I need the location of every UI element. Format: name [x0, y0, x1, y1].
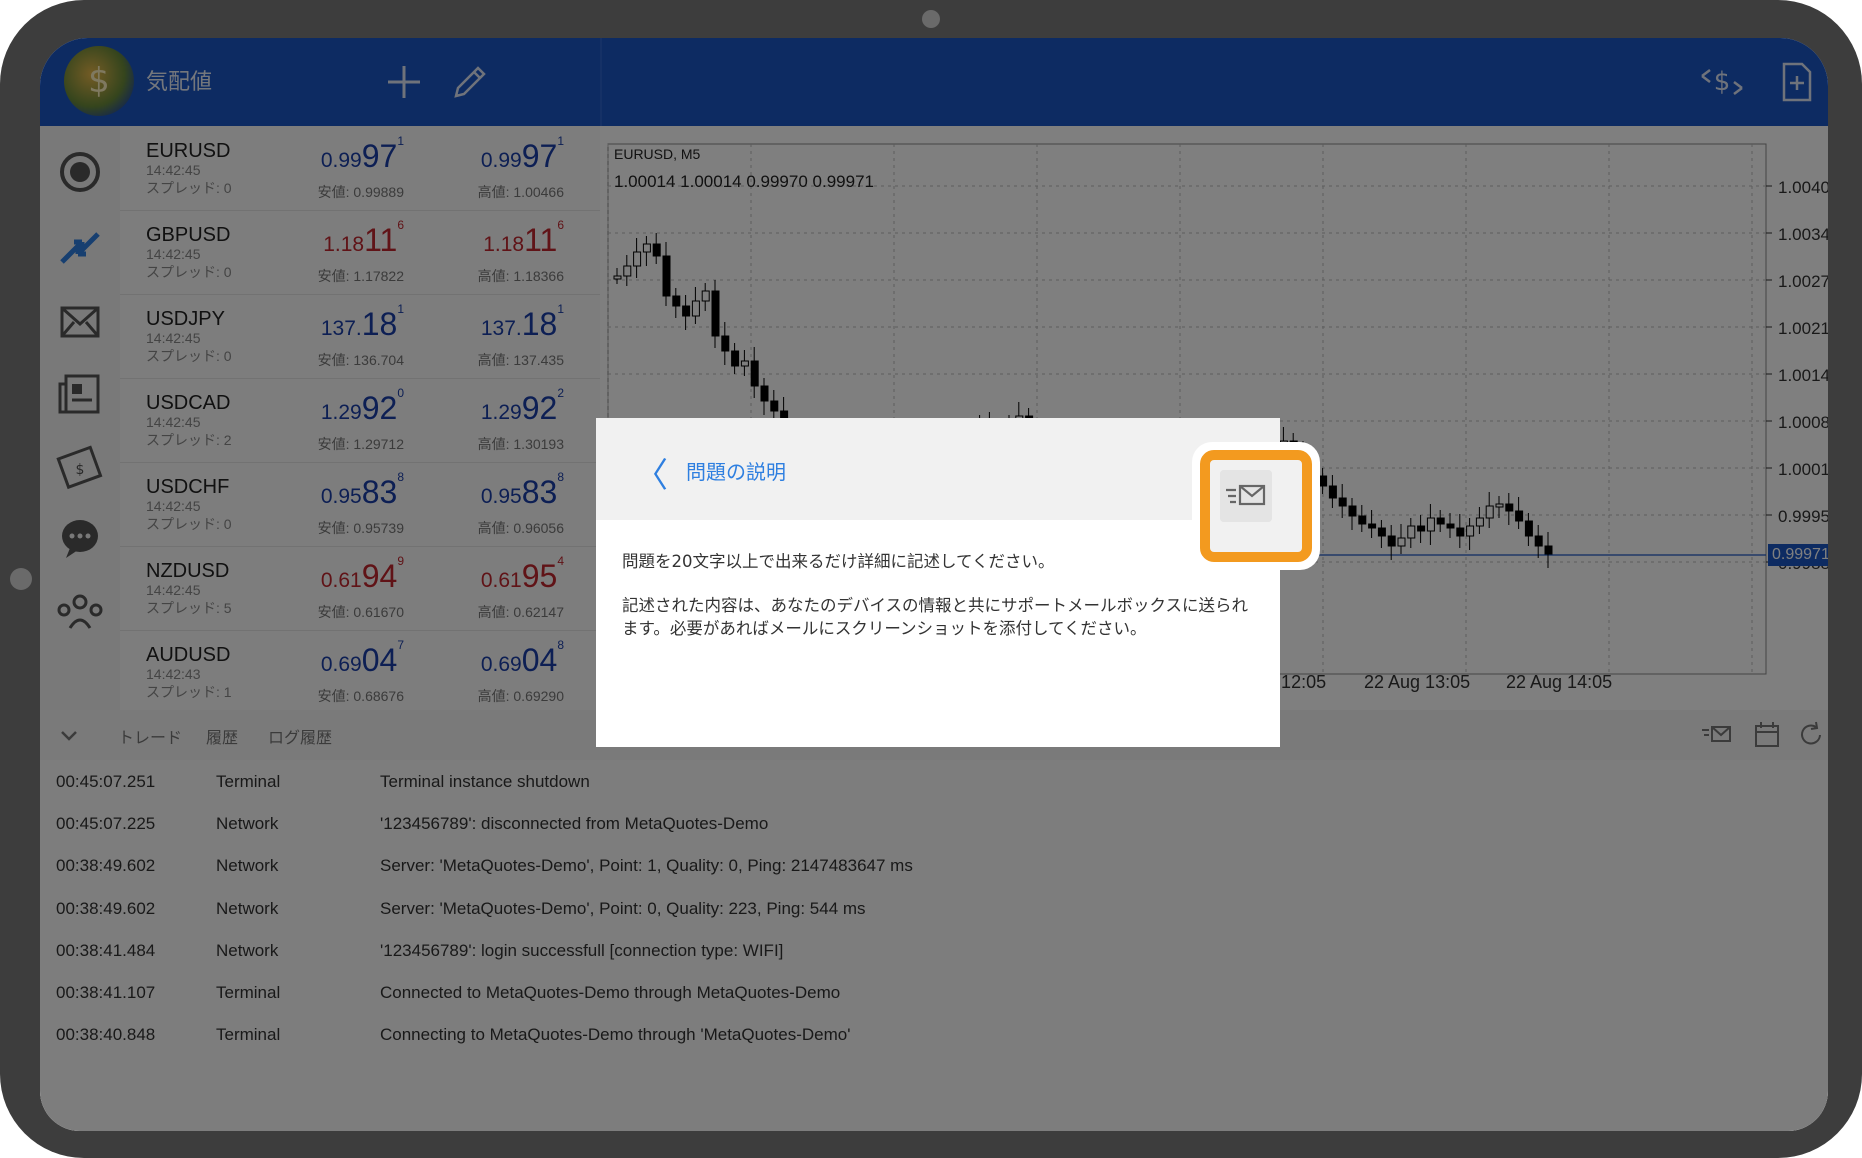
- problem-description-dialog: 〈 問題の説明 問題を20文字以上で出来るだけ詳細に記述してください。 記述され…: [596, 418, 1280, 747]
- send-mail-icon[interactable]: [1220, 470, 1272, 522]
- camera: [922, 10, 940, 28]
- tablet-frame: $ 気配値 $: [0, 0, 1862, 1158]
- back-icon[interactable]: 〈: [634, 448, 668, 497]
- dialog-note: 記述された内容は、あなたのデバイスの情報と共にサポートメールボックスに送られます…: [622, 596, 1249, 638]
- dialog-title: 問題の説明: [686, 460, 786, 484]
- app-screen: $ 気配値 $: [40, 38, 1828, 1131]
- dialog-instruction: 問題を20文字以上で出来るだけ詳細に記述してください。: [622, 552, 1055, 571]
- send-button-highlight[interactable]: [1200, 450, 1312, 562]
- dialog-header: 〈 問題の説明: [596, 418, 1280, 520]
- side-sensor: [10, 568, 32, 590]
